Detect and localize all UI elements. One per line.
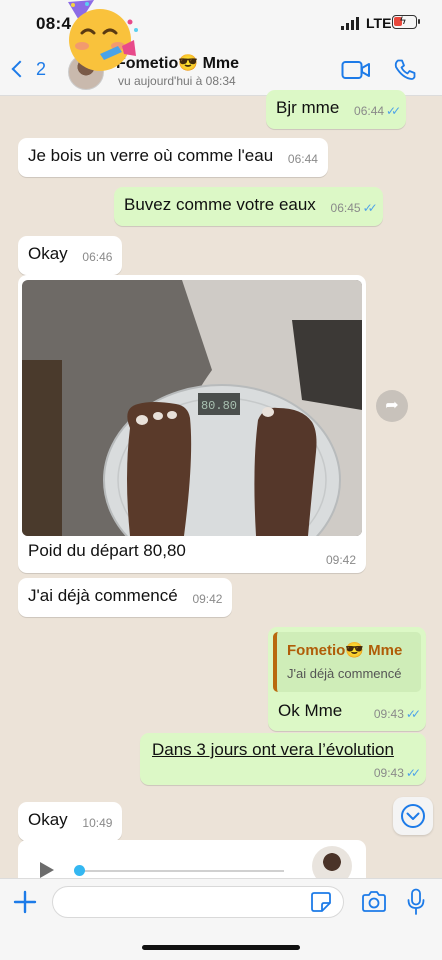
message-time: 06:44 ✓✓ (354, 101, 401, 121)
play-icon[interactable] (40, 862, 54, 878)
plus-icon[interactable] (12, 889, 38, 915)
message-link-text[interactable]: Dans 3 jours ont vera l’évolution (152, 740, 394, 760)
message-bubble-incoming[interactable]: Okay 10:49 (18, 802, 123, 841)
reply-message[interactable]: Fometio😎 Mme J'ai déjà commencé Ok Mme 0… (268, 627, 426, 731)
read-ticks-icon: ✓✓ (386, 104, 401, 118)
mic-icon[interactable] (406, 888, 426, 916)
input-bar (0, 878, 442, 960)
voice-sender-avatar (312, 846, 352, 880)
voice-progress-track[interactable] (84, 870, 284, 872)
message-bubble-incoming[interactable]: J'ai déjà commencé 09:42 (18, 578, 233, 617)
scale-display: 80.80 (201, 399, 237, 413)
camera-icon[interactable] (361, 890, 387, 914)
message-text: Je bois un verre où comme l'eau (28, 146, 274, 165)
message-bubble-outgoing[interactable]: Buvez comme votre eaux 06:45 ✓✓ (114, 187, 383, 226)
message-text: Okay (28, 244, 68, 263)
scale-photo[interactable]: 80.80 (22, 280, 362, 536)
message-bubble-outgoing[interactable]: Dans 3 jours ont vera l’évolution 09:43 ✓… (140, 733, 426, 785)
message-text: Okay (28, 810, 68, 829)
back-chevron-icon (11, 60, 29, 78)
home-indicator (142, 945, 300, 950)
message-bubble-incoming[interactable]: Je bois un verre où comme l'eau 06:44 (18, 138, 328, 177)
message-time: 09:42 (325, 553, 356, 567)
phone-call-icon[interactable] (393, 58, 417, 82)
message-bubble-outgoing[interactable]: Bjr mme 06:44 ✓✓ (266, 90, 407, 129)
image-message[interactable]: 80.80 Poid du départ 80,80 09:42 (18, 275, 366, 573)
message-time: 06:44 (287, 152, 318, 166)
message-time: 06:46 (82, 250, 113, 264)
message-time: 09:43 ✓✓ (373, 766, 421, 780)
image-caption: Poid du départ 80,80 (28, 541, 186, 560)
quoted-name: Fometio😎 Mme (287, 642, 403, 659)
message-input[interactable] (52, 886, 344, 918)
quoted-text: J'ai déjà commencé (287, 666, 402, 681)
message-text: Ok Mme (278, 701, 343, 720)
message-text: Buvez comme votre eaux (124, 195, 316, 214)
back-button[interactable]: 2 (10, 56, 50, 86)
voice-message[interactable] (18, 840, 366, 880)
message-text: Bjr mme (276, 98, 340, 117)
sticker-icon[interactable] (310, 891, 332, 913)
message-time: 09:42 (192, 592, 223, 606)
video-call-icon[interactable] (341, 60, 371, 80)
party-emoji-icon (68, 0, 138, 71)
back-unread-count: 2 (36, 59, 47, 79)
signal-icon (341, 17, 359, 30)
voice-progress-handle[interactable] (74, 865, 85, 876)
message-bubble-incoming[interactable]: Okay 06:46 (18, 236, 123, 275)
carrier-label: LTE (366, 15, 392, 31)
read-ticks-icon: ✓✓ (405, 707, 421, 721)
read-ticks-icon: ✓✓ (362, 201, 378, 215)
message-time: 06:45 ✓✓ (331, 198, 378, 218)
message-time: 09:43 ✓✓ (373, 707, 421, 721)
message-time: 10:49 (82, 816, 113, 830)
scroll-down-button[interactable] (393, 797, 433, 835)
quoted-message[interactable]: Fometio😎 Mme J'ai déjà commencé (273, 632, 421, 692)
battery-icon: ϟ (392, 15, 420, 29)
scroll-down-icon (401, 804, 425, 828)
forward-icon[interactable]: ➦ (376, 390, 408, 422)
read-ticks-icon: ✓✓ (405, 766, 421, 780)
message-text: J'ai déjà commencé (28, 586, 178, 605)
contact-status: vu aujourd'hui à 08:34 (118, 74, 236, 88)
